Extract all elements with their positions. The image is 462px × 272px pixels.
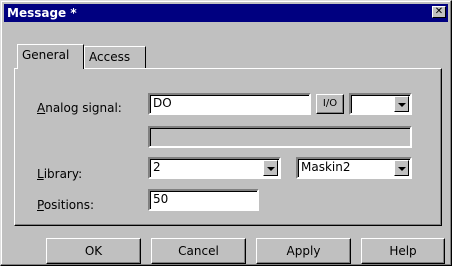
analog-signal-input[interactable]: DO bbox=[148, 93, 311, 115]
help-button[interactable]: Help bbox=[361, 238, 445, 264]
library-combo[interactable]: 2 bbox=[148, 157, 281, 179]
positions-input[interactable]: 50 bbox=[148, 189, 259, 211]
close-button[interactable]: ✕ bbox=[432, 6, 446, 18]
tab-access-label: Access bbox=[89, 50, 131, 64]
chevron-down-icon[interactable] bbox=[394, 160, 409, 176]
chevron-down-icon[interactable] bbox=[394, 96, 409, 112]
close-icon: ✕ bbox=[434, 6, 444, 17]
title-bar: Message * ✕ bbox=[4, 4, 448, 22]
ok-button[interactable]: OK bbox=[46, 238, 141, 264]
library-name-combo[interactable]: Maskin2 bbox=[296, 157, 412, 179]
tab-general-label: General bbox=[22, 48, 70, 62]
tab-general[interactable]: General bbox=[17, 44, 84, 69]
signal-description-field bbox=[148, 126, 412, 148]
chevron-down-icon[interactable] bbox=[263, 160, 278, 176]
positions-label: Positions: bbox=[37, 198, 95, 212]
analog-signal-label: Analog signal: bbox=[37, 101, 122, 115]
library-label: Library: bbox=[37, 167, 83, 181]
dialog-title: Message * bbox=[7, 6, 77, 20]
message-dialog: Message * ✕ General Access Analog signal… bbox=[0, 0, 452, 266]
apply-button[interactable]: Apply bbox=[256, 238, 351, 264]
tab-access[interactable]: Access bbox=[84, 46, 146, 68]
cancel-button[interactable]: Cancel bbox=[151, 238, 246, 264]
io-button[interactable]: I/O bbox=[316, 94, 344, 114]
io-combo[interactable] bbox=[349, 93, 412, 115]
